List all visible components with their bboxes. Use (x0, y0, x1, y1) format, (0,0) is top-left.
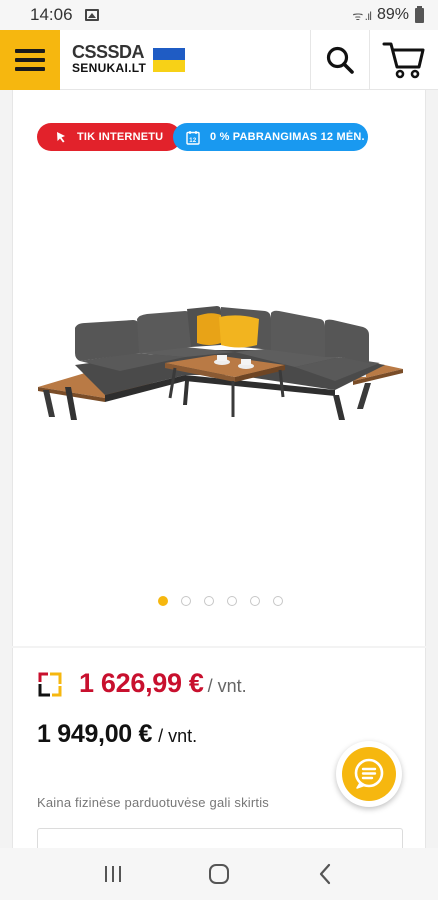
calendar-icon: 12 (186, 130, 200, 145)
status-bar: 14:06 ᯤ .ıl 89% (0, 0, 438, 30)
site-logo[interactable]: CSSSDA SENUKAI.LT (72, 43, 190, 77)
hamburger-line (15, 49, 45, 53)
home-button[interactable] (194, 854, 244, 894)
back-button[interactable] (300, 854, 350, 894)
hamburger-line (15, 58, 45, 62)
cart-button[interactable] (370, 30, 438, 90)
recent-apps-button[interactable] (88, 854, 138, 894)
online-only-badge: TIK INTERNETU (37, 123, 181, 151)
installments-badge: 12 0 % PABRANGIMAS 12 MĖN. (173, 123, 368, 151)
system-nav-bar (0, 848, 438, 900)
back-icon (319, 863, 331, 885)
special-price-row: 1 626,99 € / vnt. (37, 668, 247, 699)
home-icon (209, 864, 229, 884)
product-gallery-card: TIK INTERNETU 12 0 % PABRANGIMAS 12 MĖN. (12, 90, 426, 646)
chat-button[interactable] (336, 741, 402, 807)
carousel-dot[interactable] (250, 596, 260, 606)
online-only-label: TIK INTERNETU (77, 131, 164, 143)
status-indicators: ᯤ .ıl 89% (352, 5, 424, 24)
loyalty-card-icon (38, 672, 62, 696)
installments-label: 0 % PABRANGIMAS 12 MĖN. (210, 131, 365, 143)
regular-price-unit: / vnt. (158, 726, 198, 746)
recent-apps-icon (105, 866, 121, 882)
chat-icon (354, 758, 384, 789)
special-price-unit: / vnt. (207, 676, 247, 696)
quantity-box[interactable] (37, 828, 403, 848)
regular-price-row: 1 949,00 € / vnt. (37, 720, 197, 749)
svg-text:12: 12 (189, 138, 197, 144)
signal-icon: ᯤ .ıl (352, 8, 372, 23)
carousel-dot[interactable] (181, 596, 191, 606)
carousel-dot[interactable] (158, 596, 168, 606)
search-button[interactable] (311, 30, 369, 90)
special-price: 1 626,99 € (79, 668, 204, 698)
regular-price: 1 949,00 € (37, 720, 153, 748)
carousel-dot[interactable] (227, 596, 237, 606)
menu-button[interactable] (0, 30, 60, 90)
hamburger-line (15, 67, 45, 71)
status-time: 14:06 (30, 5, 73, 24)
cursor-click-icon (55, 131, 67, 143)
carousel-dots (158, 596, 283, 606)
search-icon (326, 46, 354, 74)
gallery-icon (84, 9, 99, 21)
ukraine-flag-icon (153, 48, 185, 72)
battery-percent: 89% (376, 6, 409, 23)
carousel-dot[interactable] (204, 596, 214, 606)
product-image[interactable] (35, 295, 405, 445)
battery-icon (415, 5, 424, 23)
cart-icon (382, 42, 425, 79)
price-note: Kaina fizinėse parduotuvėse gali skirtis (37, 795, 270, 810)
carousel-dot[interactable] (273, 596, 283, 606)
site-header: CSSSDA SENUKAI.LT (0, 30, 438, 90)
